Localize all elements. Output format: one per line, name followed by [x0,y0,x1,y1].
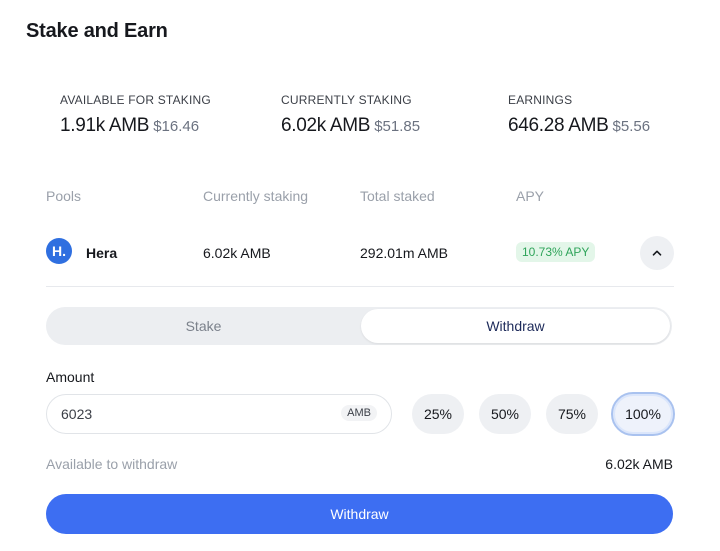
stat-label: CURRENTLY STAKING [281,93,412,107]
stat-available: AVAILABLE FOR STAKING 1.91k AMB $16.46 [60,93,211,137]
column-header-total-staked: Total staked [360,188,435,204]
amount-value[interactable]: 6023 [61,406,92,422]
stat-earnings: EARNINGS 646.28 AMB $5.56 [508,93,650,137]
toggle-withdraw[interactable]: Withdraw [361,309,670,343]
stat-label: AVAILABLE FOR STAKING [60,93,211,107]
chevron-up-icon [652,250,662,256]
stat-usd: $16.46 [153,118,200,135]
withdraw-button[interactable]: Withdraw [46,494,673,534]
percent-25-button[interactable]: 25% [412,394,464,434]
column-header-pools: Pools [46,188,82,204]
pool-row-hera[interactable]: H. Hera 6.02k AMB 292.01m AMB 10.73% APY [46,232,674,276]
stat-amount: 6.02k AMB [281,115,371,136]
amount-input[interactable]: 6023 AMB [46,394,392,434]
stat-label: EARNINGS [508,93,573,107]
percent-100-button[interactable]: 100% [611,392,675,436]
apy-badge: 10.73% APY [516,242,596,262]
amount-unit-badge: AMB [341,405,377,421]
page-title: Stake and Earn [26,20,168,42]
available-label: Available to withdraw [46,456,178,472]
collapse-button[interactable] [640,236,674,270]
available-value: 6.02k AMB [605,456,673,472]
amount-label: Amount [46,369,95,385]
pool-currently-staking: 6.02k AMB [203,245,271,261]
pool-total-staked: 292.01m AMB [360,245,448,261]
toggle-stake[interactable]: Stake [46,307,361,345]
stat-amount: 646.28 AMB [508,115,609,136]
pool-logo: H. [46,238,72,264]
stat-amount: 1.91k AMB [60,115,150,136]
divider [46,286,674,287]
stat-currently-staking: CURRENTLY STAKING 6.02k AMB $51.85 [281,93,420,137]
pool-name: Hera [86,245,118,261]
column-header-apy: APY [516,188,545,204]
percent-75-button[interactable]: 75% [546,394,598,434]
stat-usd: $51.85 [374,118,421,135]
percent-50-button[interactable]: 50% [479,394,531,434]
stake-withdraw-toggle: Stake Withdraw [46,307,672,345]
stake-card: Stake and Earn AVAILABLE FOR STAKING 1.9… [0,0,720,551]
stat-usd: $5.56 [612,118,651,135]
column-header-currently-staking: Currently staking [203,188,309,204]
